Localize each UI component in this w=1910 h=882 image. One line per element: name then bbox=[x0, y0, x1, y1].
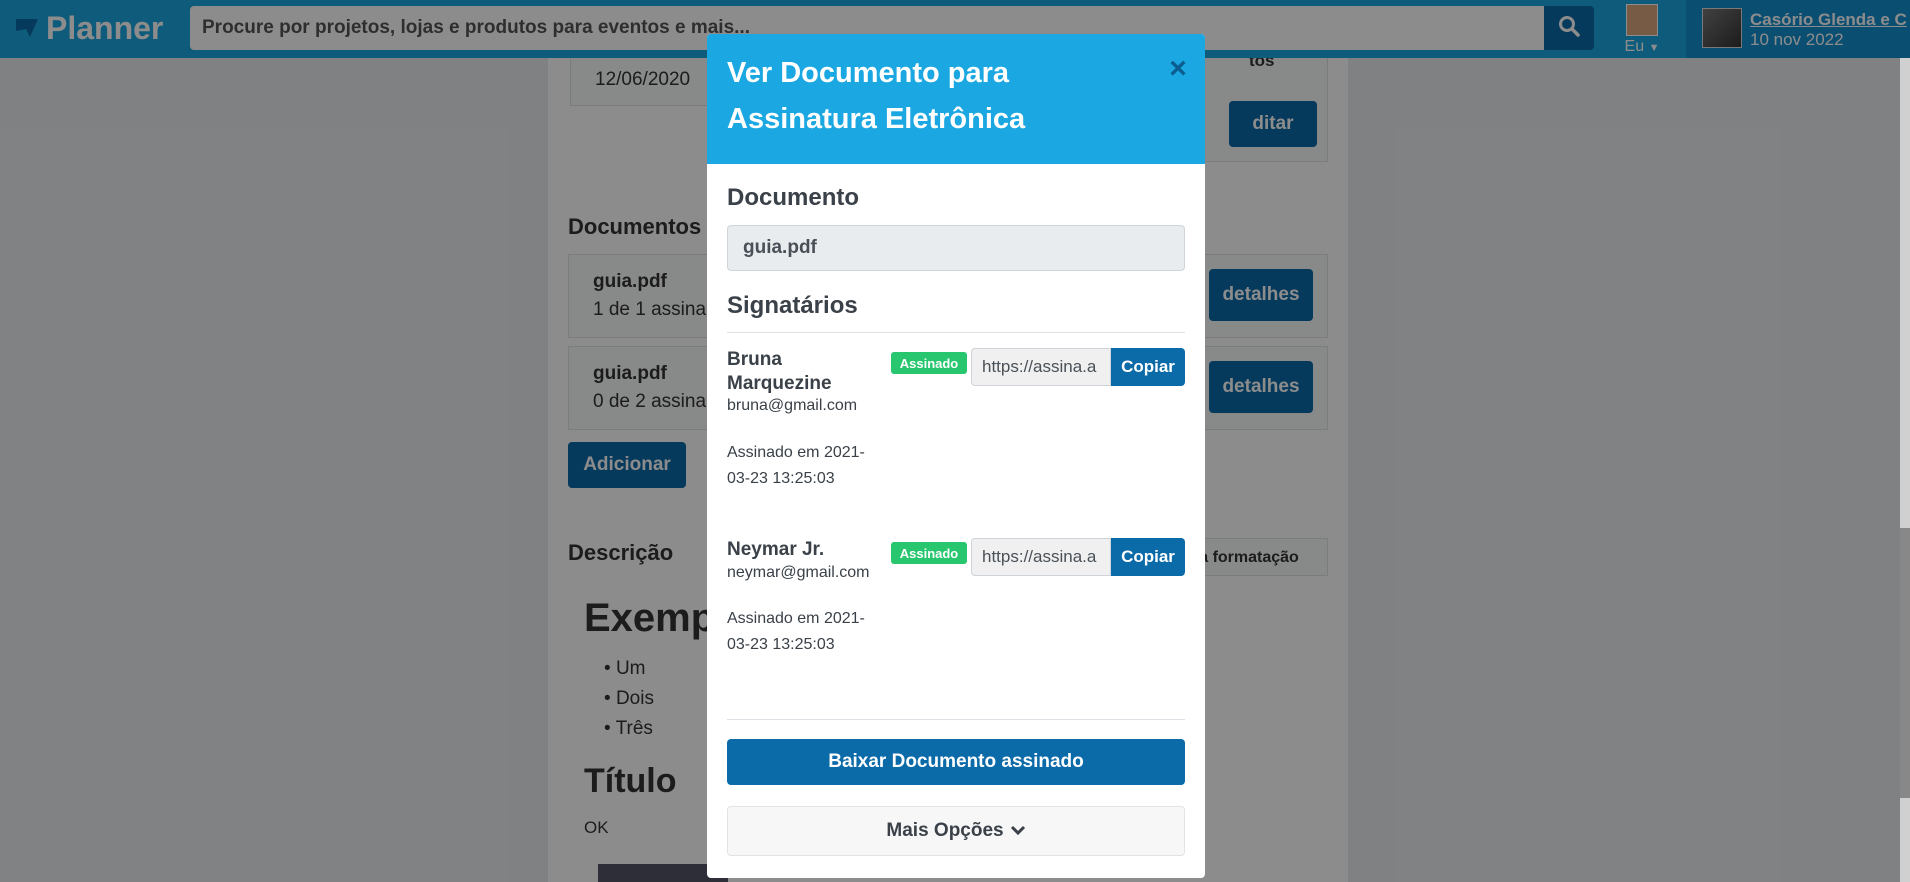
signature-document-modal: Ver Documento para Assinatura Eletrônica… bbox=[707, 34, 1205, 878]
signature-link-field[interactable]: https://assina.a bbox=[971, 348, 1111, 386]
modal-header: Ver Documento para Assinatura Eletrônica… bbox=[707, 34, 1205, 164]
copy-link-button[interactable]: Copiar bbox=[1111, 348, 1185, 386]
signer-signed-at: Assinado em 2021-03-23 13:25:03 bbox=[727, 444, 865, 487]
document-heading: Documento bbox=[727, 184, 859, 211]
divider bbox=[727, 719, 1185, 720]
modal-title: Ver Documento para Assinatura Eletrônica bbox=[727, 57, 1026, 135]
chevron-down-icon bbox=[1010, 820, 1026, 842]
divider bbox=[727, 332, 1185, 333]
status-badge: Assinado bbox=[891, 352, 967, 374]
signers-heading: Signatários bbox=[727, 292, 858, 319]
document-name-field: guia.pdf bbox=[727, 225, 1185, 271]
signer-name: Neymar Jr. bbox=[727, 539, 825, 560]
close-icon[interactable]: × bbox=[1163, 54, 1193, 84]
signer-email: neymar@gmail.com bbox=[727, 564, 870, 581]
signer-signed-at: Assinado em 2021-03-23 13:25:03 bbox=[727, 610, 865, 653]
signer-name: Bruna Marquezine bbox=[727, 349, 832, 394]
download-signed-document-button[interactable]: Baixar Documento assinado bbox=[727, 739, 1185, 785]
status-badge: Assinado bbox=[891, 542, 967, 564]
copy-link-button[interactable]: Copiar bbox=[1111, 538, 1185, 576]
more-options-button[interactable]: Mais Opções bbox=[727, 806, 1185, 856]
signer-email: bruna@gmail.com bbox=[727, 397, 858, 414]
more-options-label: Mais Opções bbox=[886, 820, 1004, 841]
scrollbar-thumb[interactable] bbox=[1900, 528, 1910, 798]
scrollbar[interactable] bbox=[1900, 58, 1910, 882]
signature-link-field[interactable]: https://assina.a bbox=[971, 538, 1111, 576]
